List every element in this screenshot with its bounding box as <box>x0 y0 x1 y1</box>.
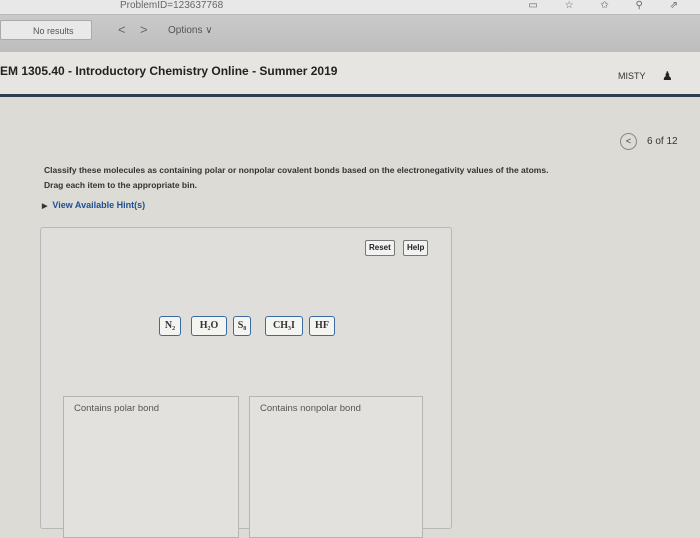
draggable-chip[interactable]: S₈ <box>233 316 251 336</box>
browser-toolbar: ProblemID=123637768 ▭ ☆ ✩ ⚲ ⇗ No results… <box>0 0 700 52</box>
user-name[interactable]: MISTY <box>618 71 646 81</box>
draggable-chip[interactable]: N₂ <box>159 316 181 336</box>
hint-link-label: View Available Hint(s) <box>52 200 146 210</box>
draggable-chip[interactable]: H₂O <box>191 316 227 336</box>
view-hints-link[interactable]: ▶ View Available Hint(s) <box>42 200 145 210</box>
nonpolar-bond-bin[interactable]: Contains nonpolar bond <box>249 396 423 538</box>
find-next-icon[interactable]: > <box>140 22 148 37</box>
bin-label: Contains polar bond <box>74 403 160 414</box>
question-pager: <6 of 12 <box>620 133 678 150</box>
bin-label: Contains nonpolar bond <box>260 403 361 414</box>
find-bar: No results < > Options ∨ <box>0 18 700 44</box>
help-button[interactable]: Help <box>403 240 429 256</box>
drag-drop-workspace: Reset Help N₂ H₂O S₈ CH₃I HF Contains po… <box>40 227 452 538</box>
polar-bond-bin[interactable]: Contains polar bond <box>63 396 239 538</box>
find-input[interactable]: No results <box>0 20 92 40</box>
find-options-button[interactable]: Options ∨ <box>168 25 213 36</box>
draggable-chip[interactable]: HF <box>309 316 335 336</box>
previous-question-icon[interactable]: < <box>620 133 637 150</box>
find-previous-icon[interactable]: < <box>118 22 126 37</box>
main-content: <6 of 12 Classify these molecules as con… <box>0 97 700 538</box>
course-header: EM 1305.40 - Introductory Chemistry Onli… <box>0 52 700 97</box>
question-prompt: Classify these molecules as containing p… <box>44 165 549 175</box>
url-text: ProblemID=123637768 <box>120 0 224 11</box>
pager-position: 6 of 12 <box>647 136 678 147</box>
draggable-chip[interactable]: CH₃I <box>265 316 303 336</box>
course-title: EM 1305.40 - Introductory Chemistry Onli… <box>0 64 338 78</box>
address-bar[interactable]: ProblemID=123637768 ▭ ☆ ✩ ⚲ ⇗ <box>0 0 700 15</box>
reset-button[interactable]: Reset <box>365 240 395 256</box>
toolbar-icons[interactable]: ▭ ☆ ✩ ⚲ ⇗ <box>528 0 690 11</box>
question-instruction: Drag each item to the appropriate bin. <box>44 180 198 190</box>
user-icon[interactable]: ♟ <box>662 69 673 83</box>
expand-triangle-icon: ▶ <box>42 203 48 210</box>
